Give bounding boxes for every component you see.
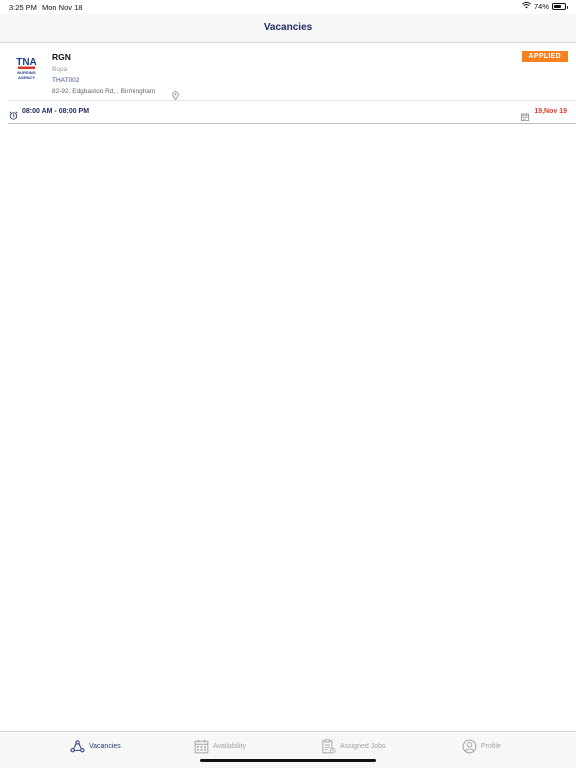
tab-availability[interactable]: Availability [194,739,246,754]
card-bottom-border [8,123,576,124]
tab-profile-label: Profile [481,743,501,750]
battery-level [554,5,562,8]
shift-date: 19,Nov 19 [534,108,567,115]
logo-line-2: AGENCY [18,75,35,80]
shift-time-range: 08:00 AM - 08:00 PM [22,108,90,115]
status-bar: 3:25 PM Mon Nov 18 74% [0,0,576,14]
battery-icon [552,3,568,10]
tab-vacancies-label: Vacancies [89,743,121,750]
battery-percent: 74% [533,2,549,11]
navigation-header: Vacancies [0,14,576,43]
tab-bar: Vacancies Availability Assigned Jobs Pro… [0,731,576,768]
vacancy-code: THAT002 [52,77,80,84]
status-badge: APPLIED [521,51,568,62]
status-time: 3:25 PM [9,3,37,12]
alarm-clock-icon [9,107,18,120]
agency-logo: TNA NURSING AGENCY [16,55,37,82]
wifi-icon [522,2,531,11]
clipboard-icon [322,739,336,754]
tab-availability-label: Availability [213,743,246,750]
vacancies-icon [70,740,85,753]
status-date: Mon Nov 18 [42,3,83,12]
vacancy-company: Bupa [52,66,68,73]
logo-initials: TNA [16,57,37,68]
calendar-icon [521,108,529,121]
vacancy-address: 82-92, Edgbaston Rd, , Birmingham [52,88,156,95]
tab-profile[interactable]: Profile [462,739,501,754]
tab-vacancies[interactable]: Vacancies [70,739,121,754]
tab-assigned-jobs-label: Assigned Jobs [340,743,386,750]
home-indicator[interactable] [200,759,376,762]
calendar-icon [194,739,209,754]
profile-icon [462,739,477,754]
card-divider [8,100,576,101]
vacancy-title: RGN [52,52,71,62]
page-title: Vacancies [263,22,313,33]
status-indicators: 74% [522,2,568,11]
location-pin-icon[interactable] [172,87,179,101]
tab-assigned-jobs[interactable]: Assigned Jobs [321,739,386,754]
battery-cap [566,6,568,9]
